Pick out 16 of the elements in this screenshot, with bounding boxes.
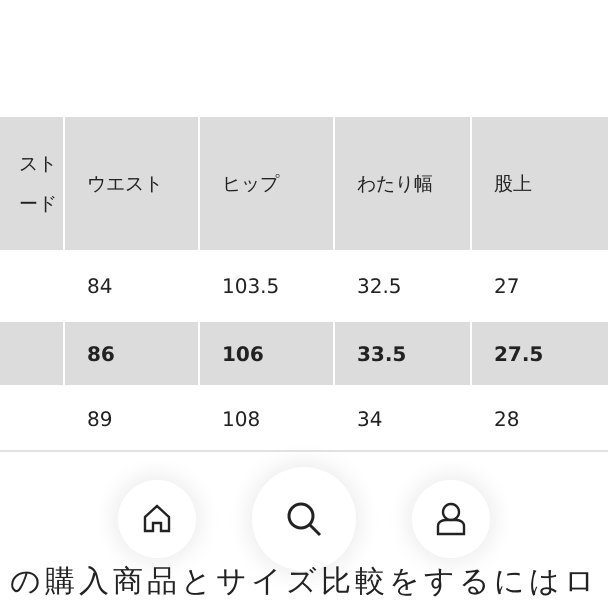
column-header: わたり幅 (333, 117, 470, 250)
table-cell: 106 (198, 320, 333, 385)
table-cell: 33.5 (333, 320, 470, 385)
column-header: 股上 (470, 117, 608, 250)
column-header: スト ード (0, 117, 63, 250)
column-header: ヒップ (198, 117, 333, 250)
home-icon (141, 503, 173, 535)
account-icon (436, 502, 466, 536)
table-cell: 27.5 (470, 320, 608, 385)
table-cell: 89 (63, 385, 198, 450)
table-cell: 86 (63, 320, 198, 385)
login-prompt: の購入商品とサイズ比較をするにはロ (9, 564, 600, 600)
table-cell: 28 (470, 385, 608, 450)
table-cell: 34 (333, 385, 470, 450)
column-header: ウエスト (63, 117, 198, 250)
table-cell: 108 (198, 385, 333, 450)
